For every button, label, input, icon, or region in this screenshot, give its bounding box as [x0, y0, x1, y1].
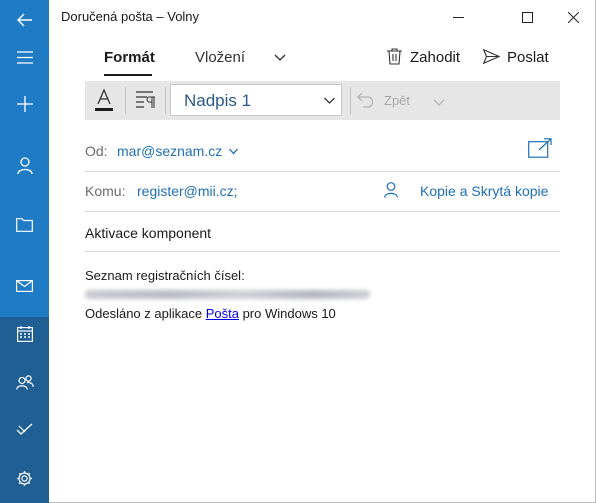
signature-suffix: pro Windows 10 — [242, 306, 336, 321]
discard-button[interactable]: Zahodit — [387, 47, 467, 69]
trash-icon — [387, 48, 402, 65]
close-icon — [567, 11, 579, 23]
plus-icon — [16, 96, 33, 112]
toolbar-separator — [125, 87, 126, 114]
app-sidebar — [0, 0, 49, 503]
calendar-icon — [16, 326, 33, 342]
todo-button[interactable] — [0, 409, 49, 449]
folders-button[interactable] — [0, 205, 49, 245]
minimize-button[interactable] — [435, 0, 481, 34]
checkmark-icon — [16, 423, 33, 435]
signature-prefix: Odesláno z aplikace — [85, 306, 203, 321]
new-mail-button[interactable] — [0, 84, 49, 124]
maximize-button[interactable] — [504, 0, 550, 34]
people-icon — [15, 374, 34, 390]
format-toolbar: Nadpis 1 Zpět — [85, 81, 560, 120]
from-label: Od: — [85, 143, 108, 159]
active-tab-indicator — [104, 74, 152, 76]
people-button[interactable] — [0, 362, 49, 402]
menu-button[interactable] — [0, 37, 49, 77]
back-arrow-icon — [16, 13, 32, 27]
cc-bcc-label: Kopie a Skrytá kopie — [420, 183, 549, 199]
window-title: Doručená pošta – Volny — [61, 9, 200, 24]
font-color-button[interactable] — [93, 87, 115, 115]
subject-row: Aktivace komponent — [85, 212, 560, 252]
to-field[interactable]: register@mii.cz; — [137, 183, 238, 199]
undo-label: Zpět — [384, 93, 411, 108]
to-row: Komu: register@mii.cz; Kopie a Skrytá ko… — [85, 172, 560, 212]
from-account-select[interactable]: mar@seznam.cz — [117, 143, 222, 159]
chevron-down-icon — [274, 54, 286, 61]
ribbon-tabs: Formát Vložení Zahodit Poslat — [49, 40, 596, 78]
toolbar-separator — [165, 87, 166, 114]
compose-window: Doručená pošta – Volny Formát Vložení Za… — [49, 0, 596, 503]
calendar-button[interactable] — [0, 314, 49, 354]
back-button[interactable] — [0, 0, 49, 40]
person-icon — [16, 156, 33, 174]
maximize-icon — [521, 11, 533, 23]
style-select-value: Nadpis 1 — [184, 91, 252, 110]
paragraph-format-button[interactable] — [135, 90, 159, 112]
hamburger-icon — [16, 50, 33, 64]
to-label: Komu: — [85, 183, 126, 199]
pop-out-button[interactable] — [528, 138, 552, 163]
title-bar: Doručená pošta – Volny — [49, 0, 596, 34]
minimize-icon — [452, 16, 464, 18]
subject-field[interactable]: Aktivace komponent — [85, 225, 211, 241]
signature-link[interactable]: Pošta — [206, 306, 239, 321]
font-color-icon — [95, 88, 113, 111]
close-button[interactable] — [550, 0, 596, 34]
redo-dropdown[interactable] — [433, 94, 445, 112]
redacted-serial-number — [85, 290, 370, 299]
settings-button[interactable] — [0, 458, 49, 498]
accounts-button[interactable] — [0, 145, 49, 185]
undo-icon — [357, 92, 374, 108]
discard-label: Zahodit — [410, 49, 461, 66]
folder-icon — [16, 218, 33, 232]
more-tabs-button[interactable] — [274, 50, 286, 68]
tab-format[interactable]: Formát — [104, 49, 155, 66]
mail-button[interactable] — [0, 266, 49, 306]
tab-insert[interactable]: Vložení — [195, 49, 245, 66]
send-label: Poslat — [507, 49, 549, 66]
chevron-down-icon — [324, 97, 335, 104]
mail-icon — [16, 280, 33, 292]
toolbar-separator — [350, 87, 351, 114]
body-line: Seznam registračních čísel: — [85, 268, 245, 283]
style-select[interactable]: Nadpis 1 — [170, 84, 342, 116]
from-row: Od: mar@seznam.cz — [85, 132, 560, 172]
cc-bcc-button[interactable]: Kopie a Skrytá kopie — [384, 181, 560, 203]
send-icon — [483, 49, 500, 64]
paragraph-icon — [136, 91, 155, 108]
chevron-down-icon — [433, 99, 445, 106]
gear-icon — [17, 470, 32, 486]
send-button[interactable]: Poslat — [483, 47, 553, 69]
pop-out-icon — [528, 138, 552, 158]
person-icon — [384, 182, 398, 198]
undo-button[interactable]: Zpět — [357, 89, 427, 113]
chevron-down-icon — [229, 148, 238, 155]
signature-line: Odesláno z aplikace Pošta pro Windows 10 — [85, 306, 336, 321]
